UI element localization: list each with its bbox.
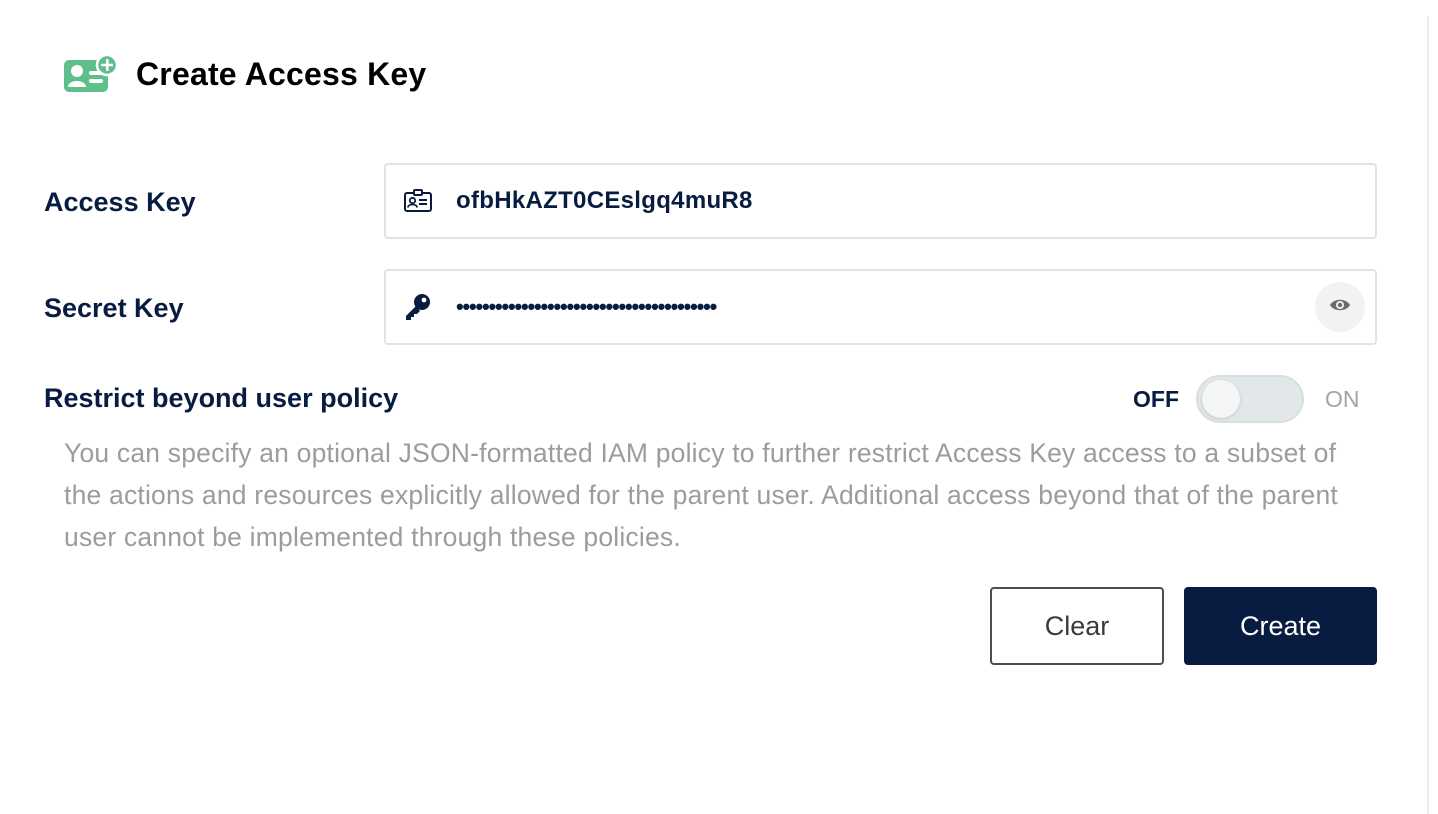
switch-off-label: OFF: [1133, 386, 1179, 412]
page-title: Create Access Key: [136, 55, 427, 92]
restrict-policy-label: Restrict beyond user policy: [44, 383, 399, 413]
restrict-policy-description: You can specify an optional JSON-formatt…: [64, 438, 1338, 552]
create-button[interactable]: Create: [1184, 587, 1377, 665]
switch-on-label: ON: [1325, 386, 1360, 412]
restrict-policy-switch[interactable]: [1196, 375, 1304, 423]
access-key-value[interactable]: ofbHkAZT0CEslgq4muR8: [456, 187, 753, 215]
id-card-icon: [403, 186, 433, 216]
access-key-field[interactable]: ofbHkAZT0CEslgq4muR8: [384, 163, 1377, 239]
secret-key-value[interactable]: ••••••••••••••••••••••••••••••••••••••••: [456, 294, 717, 320]
page-header: Create Access Key: [63, 52, 426, 96]
add-access-key-icon: [63, 53, 119, 94]
secret-key-label: Secret Key: [44, 293, 184, 323]
show-password-button[interactable]: [1315, 282, 1365, 332]
switch-knob: [1202, 380, 1240, 418]
clear-button[interactable]: Clear: [990, 587, 1164, 665]
secret-key-field[interactable]: ••••••••••••••••••••••••••••••••••••••••: [384, 269, 1377, 345]
panel-divider: [1427, 16, 1429, 814]
access-key-label: Access Key: [44, 187, 196, 217]
create-access-key-page: Create Access Key Access Key ofbHkAZT0CE…: [0, 0, 1438, 814]
eye-icon: [1329, 297, 1351, 318]
key-icon: [403, 292, 433, 322]
